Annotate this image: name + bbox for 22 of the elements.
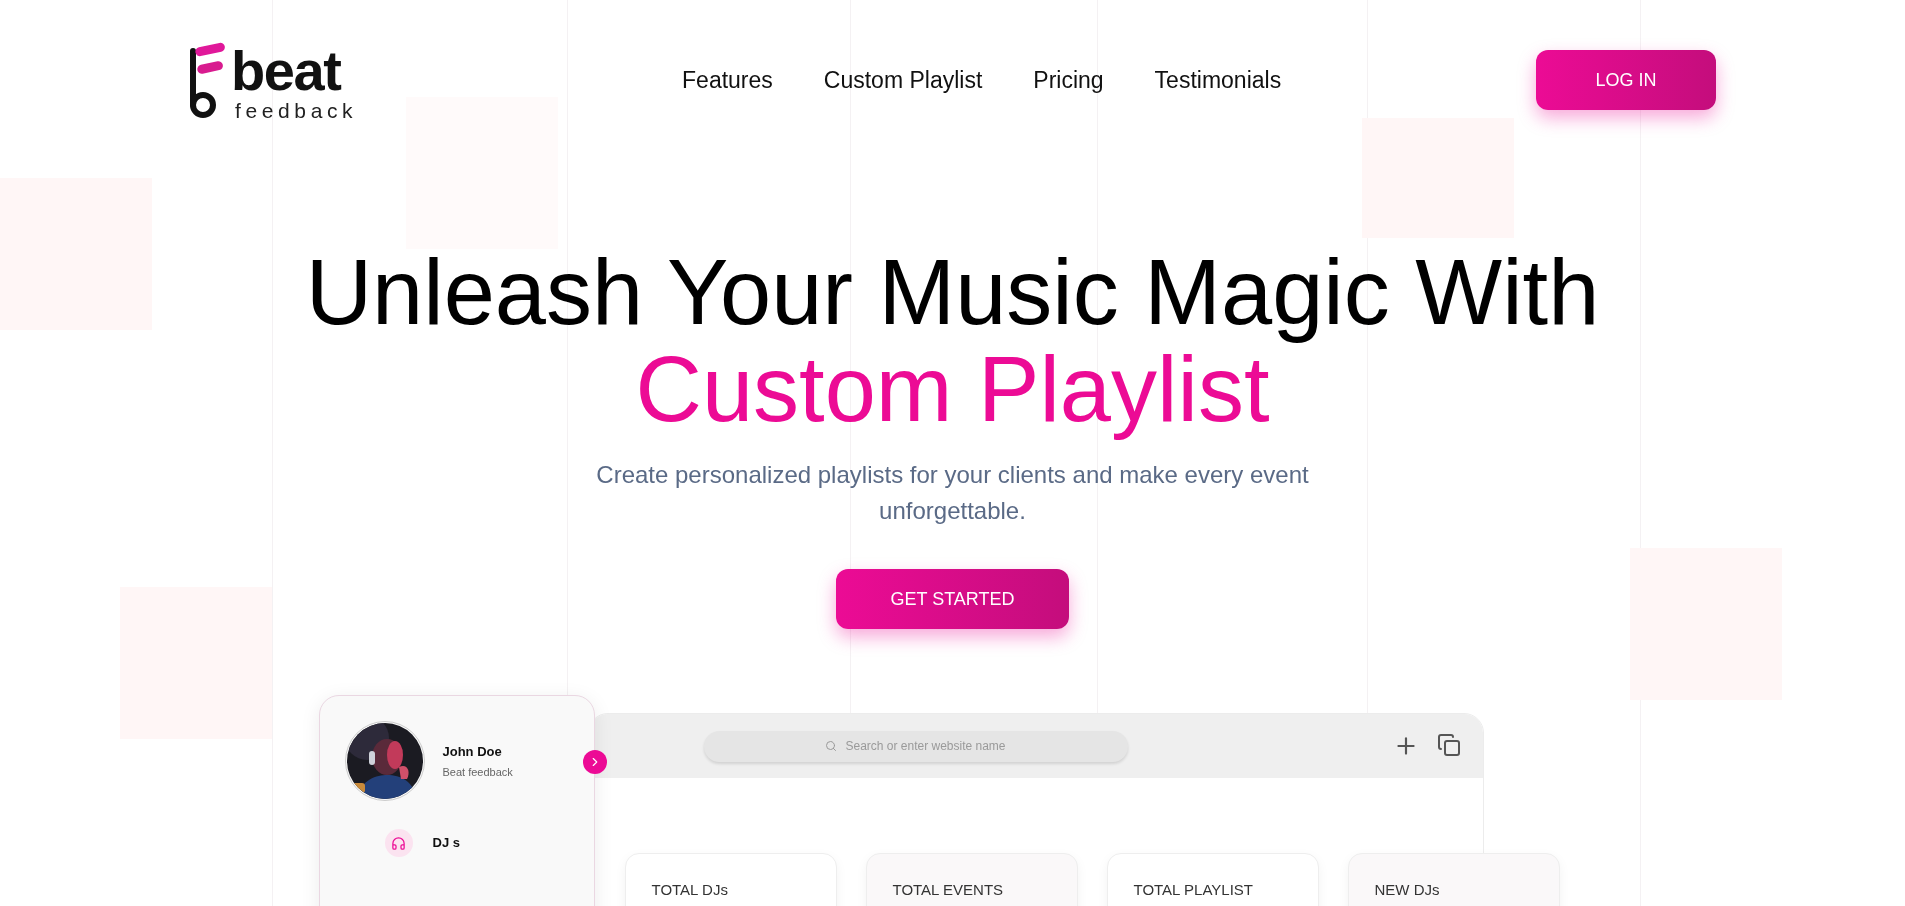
sidebar-item[interactable]: DJ s — [344, 829, 569, 858]
headphones-icon — [384, 829, 413, 858]
nav-link[interactable]: Testimonials — [1154, 62, 1282, 98]
get-started-button[interactable]: GET STARTED — [836, 569, 1069, 630]
profile-role: Beat feedback — [442, 764, 513, 780]
hero-title: Unleash Your Music Magic With — [305, 244, 1600, 341]
nav-link[interactable]: Features — [682, 62, 773, 98]
profile-name: John Doe — [442, 743, 503, 762]
copy-icon[interactable] — [1436, 733, 1461, 758]
search-placeholder: Search or enter website name — [845, 738, 1006, 756]
stat-label: TOTAL DJs — [651, 881, 728, 899]
login-button[interactable]: LOG IN — [1536, 50, 1716, 110]
nav-link[interactable]: Pricing — [1033, 62, 1104, 98]
stat-label: TOTAL EVENTS — [892, 881, 1004, 899]
nav-link[interactable]: Custom Playlist — [823, 62, 983, 98]
search-icon — [825, 740, 838, 753]
stat-label: NEW DJs — [1374, 881, 1440, 899]
hero-highlight: Custom Playlist — [635, 340, 1270, 438]
logo-wordmark: beat — [231, 45, 343, 96]
stat-label: TOTAL PLAYLIST — [1133, 881, 1253, 899]
hero-subtitle: Create personalized playlists for your clients and make every event unforgettable. — [595, 460, 1310, 527]
logo-tagline: feedback — [235, 100, 358, 121]
